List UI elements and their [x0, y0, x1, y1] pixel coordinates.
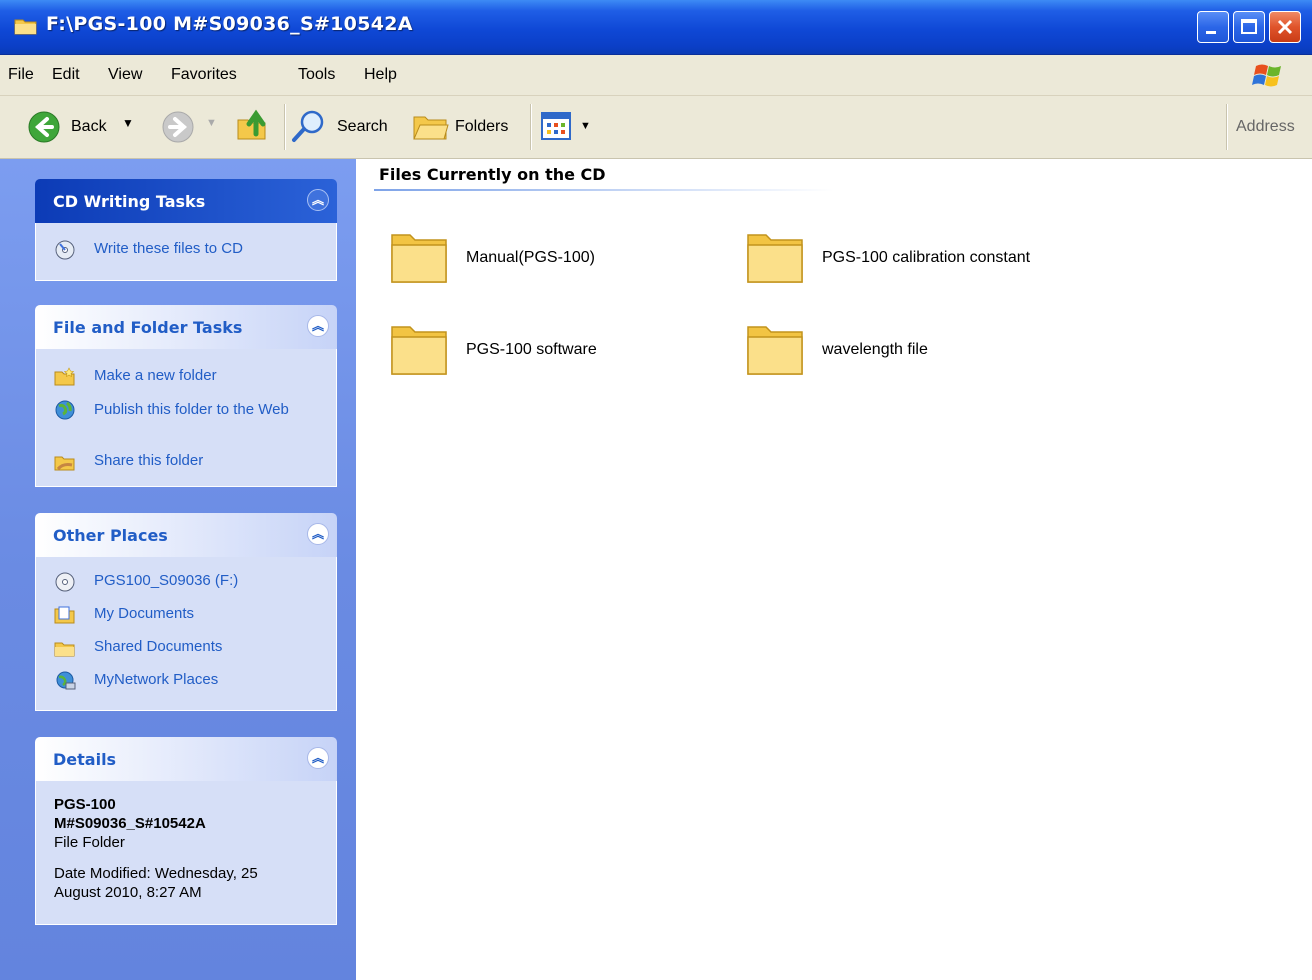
folders-button[interactable]: Folders	[412, 109, 522, 143]
panel-header[interactable]: CD Writing Tasks ︽	[35, 179, 337, 223]
up-folder-icon	[237, 109, 266, 140]
panel-body: Make a new folder Publish this folder to…	[35, 349, 337, 487]
folder-name: wavelength file	[822, 341, 928, 358]
search-label: Search	[337, 118, 388, 135]
maximize-button[interactable]	[1233, 11, 1265, 43]
make-new-folder-link[interactable]: Make a new folder	[54, 367, 324, 389]
place-cd-drive-link[interactable]: PGS100_S09036 (F:)	[54, 572, 324, 594]
details-type: File Folder	[54, 834, 125, 851]
folder-icon	[391, 234, 447, 283]
panel-details: Details ︽ PGS-100 M#S09036_S#10542A File…	[35, 737, 337, 925]
new-folder-icon	[54, 367, 75, 386]
search-button[interactable]: Search	[290, 109, 396, 143]
search-icon	[292, 110, 324, 142]
folder-item[interactable]: Manual(PGS-100)	[388, 225, 748, 289]
minimize-icon	[1206, 31, 1216, 34]
back-arrow-icon	[28, 111, 60, 143]
title-bar[interactable]: F:\PGS-100 M#S09036_S#10542A	[0, 0, 1312, 55]
section-divider	[374, 189, 834, 191]
close-icon	[1277, 19, 1293, 35]
cd-write-icon	[55, 240, 75, 260]
views-grid-icon	[541, 112, 571, 140]
folders-icon	[413, 116, 449, 140]
details-name: PGS-100 M#S09036_S#10542A	[54, 796, 206, 832]
toolbar-separator	[284, 104, 286, 150]
write-files-to-cd-link[interactable]: Write these files to CD	[54, 240, 324, 262]
panel-title: File and Folder Tasks	[53, 318, 243, 337]
collapse-chevron-icon[interactable]: ︽	[307, 523, 329, 545]
toolbar-separator	[1226, 104, 1228, 150]
file-view[interactable]: Files Currently on the CD Manual(PGS-100…	[356, 159, 1312, 980]
my-documents-icon	[54, 606, 75, 624]
forward-arrow-icon	[162, 111, 194, 143]
minimize-button[interactable]	[1197, 11, 1229, 43]
network-places-icon	[56, 671, 76, 690]
maximize-icon	[1241, 19, 1257, 34]
up-folder-button[interactable]	[236, 108, 274, 146]
folder-item[interactable]: PGS-100 software	[388, 317, 748, 381]
folder-icon	[14, 19, 37, 35]
panel-cd-writing: CD Writing Tasks ︽ Write these files to …	[35, 179, 337, 281]
close-button[interactable]	[1269, 11, 1301, 43]
folder-item[interactable]: PGS-100 calibration constant	[744, 225, 1104, 289]
panel-body: Write these files to CD	[35, 223, 337, 281]
forward-button[interactable]: ▼	[162, 111, 220, 143]
panel-title: Other Places	[53, 526, 168, 545]
share-folder-link[interactable]: Share this folder	[54, 452, 324, 474]
views-dropdown-arrow-icon[interactable]: ▼	[580, 120, 591, 132]
panel-title: CD Writing Tasks	[53, 192, 206, 211]
folder-item[interactable]: wavelength file	[744, 317, 1104, 381]
folder-name: PGS-100 software	[466, 341, 597, 358]
details-date-modified: Date Modified: Wednesday, 25 August 2010…	[54, 865, 258, 901]
panel-other-places: Other Places ︽ PGS100_S09036 (F:) My Doc…	[35, 513, 337, 711]
folder-icon	[747, 326, 803, 375]
toolbar-separator	[530, 104, 532, 150]
folder-name: Manual(PGS-100)	[466, 249, 595, 266]
menu-favorites[interactable]: Favorites	[171, 66, 237, 84]
menu-help[interactable]: Help	[364, 66, 397, 84]
shared-folder-icon	[54, 642, 75, 657]
back-label: Back	[71, 118, 107, 135]
menu-view[interactable]: View	[108, 66, 142, 84]
back-dropdown-arrow-icon[interactable]: ▼	[122, 116, 134, 130]
folder-name: PGS-100 calibration constant	[822, 249, 1031, 266]
panel-body: PGS100_S09036 (F:) My Documents Shared D…	[35, 557, 337, 711]
collapse-chevron-icon[interactable]: ︽	[307, 315, 329, 337]
place-my-documents-link[interactable]: My Documents	[54, 605, 324, 627]
place-network-link[interactable]: MyNetwork Places	[54, 671, 324, 693]
folder-icon	[747, 234, 803, 283]
collapse-chevron-icon[interactable]: ︽	[307, 189, 329, 211]
cd-drive-icon	[55, 572, 75, 592]
section-title: Files Currently on the CD	[379, 165, 606, 184]
task-pane: CD Writing Tasks ︽ Write these files to …	[0, 159, 356, 980]
windows-logo-icon	[1252, 64, 1281, 87]
menu-edit[interactable]: Edit	[52, 66, 80, 84]
share-folder-icon	[54, 456, 75, 471]
menu-file[interactable]: File	[8, 66, 34, 84]
folders-label: Folders	[455, 118, 509, 135]
panel-file-folder-tasks: File and Folder Tasks ︽ Make a new folde…	[35, 305, 337, 487]
panel-header[interactable]: File and Folder Tasks ︽	[35, 305, 337, 349]
panel-body: PGS-100 M#S09036_S#10542A File Folder Da…	[35, 781, 337, 925]
panel-title: Details	[53, 750, 117, 769]
toolbar: Back ▼ ▼ Search Folders ▼ Address	[0, 96, 1312, 159]
panel-header[interactable]: Other Places ︽	[35, 513, 337, 557]
menu-bar: File Edit View Favorites Tools Help	[0, 55, 1312, 96]
forward-dropdown-arrow-icon[interactable]: ▼	[206, 117, 217, 129]
place-shared-documents-link[interactable]: Shared Documents	[54, 638, 324, 660]
publish-web-icon	[55, 400, 75, 420]
menu-tools[interactable]: Tools	[298, 66, 335, 84]
collapse-chevron-icon[interactable]: ︽	[307, 747, 329, 769]
address-label: Address	[1236, 118, 1295, 135]
views-button[interactable]: ▼	[540, 110, 600, 142]
back-button[interactable]: Back ▼	[28, 111, 158, 143]
folder-icon	[391, 326, 447, 375]
panel-header[interactable]: Details ︽	[35, 737, 337, 781]
window-title: F:\PGS-100 M#S09036_S#10542A	[46, 13, 413, 35]
publish-to-web-link[interactable]: Publish this folder to the Web	[54, 400, 324, 442]
